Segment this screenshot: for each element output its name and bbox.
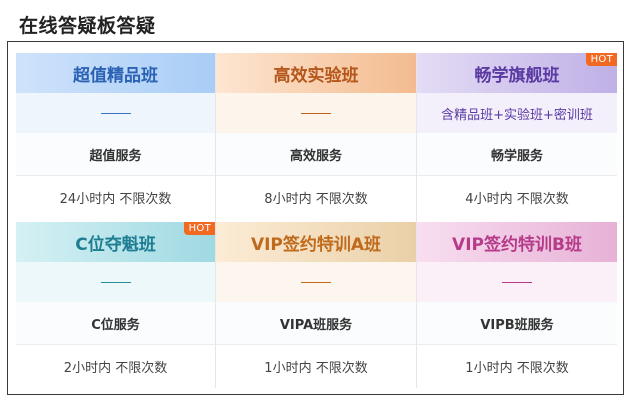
dash-placeholder — [301, 112, 331, 114]
plan-subtitle — [417, 262, 617, 302]
plan-subtitle: 含精品班+实验班+密训班 — [417, 93, 617, 133]
plan-response-time: 2小时内 不限次数 — [63, 361, 168, 376]
plan-title: VIP签约特训A班 — [216, 222, 416, 262]
dash-placeholder — [100, 281, 131, 283]
dash-placeholder — [301, 281, 331, 283]
plan-subtitle — [216, 262, 416, 302]
plan-subtitle — [16, 93, 215, 133]
dash-placeholder — [502, 281, 532, 283]
plan-title-text: 畅学旗舰班 — [474, 65, 560, 86]
plan-title: 畅学旗舰班 HOT — [417, 53, 617, 93]
plan-subtitle — [16, 262, 215, 302]
plan-service: C位服务 — [16, 302, 215, 345]
plan-card-flagship: 畅学旗舰班 HOT 含精品班+实验班+密训班 畅学服务 4小时内 不限次数 — [417, 53, 617, 219]
plan-service: 畅学服务 — [417, 133, 617, 176]
plan-card-c-position: C位夺魁班 HOT C位服务 2小时内 不限次数 — [16, 219, 216, 388]
plan-service: 高效服务 — [216, 133, 416, 176]
plan-title-text: C位夺魁班 — [75, 234, 156, 255]
dash-placeholder — [100, 112, 131, 114]
plan-service: VIPA班服务 — [216, 302, 416, 345]
plan-title: C位夺魁班 HOT — [16, 222, 215, 262]
page-title: 在线答疑板答疑 — [19, 15, 156, 37]
plan-response-time: 1小时内 不限次数 — [264, 361, 368, 376]
plan-card-value: 超值精品班 超值服务 24小时内 不限次数 — [16, 53, 216, 219]
plan-card-efficient: 高效实验班 高效服务 8小时内 不限次数 — [216, 53, 417, 219]
plan-title: 超值精品班 — [16, 53, 215, 93]
plan-title: 高效实验班 — [216, 53, 416, 93]
plan-card-vip-a: VIP签约特训A班 VIPA班服务 1小时内 不限次数 — [216, 219, 417, 388]
plan-response-time: 8小时内 不限次数 — [264, 192, 368, 207]
plan-response-time: 4小时内 不限次数 — [465, 192, 569, 207]
plans-grid: 超值精品班 超值服务 24小时内 不限次数 高效实验班 高效服务 8小时内 不限… — [16, 53, 617, 388]
answer-plans-panel: 超值精品班 超值服务 24小时内 不限次数 高效实验班 高效服务 8小时内 不限… — [7, 41, 624, 395]
plan-response-time: 1小时内 不限次数 — [465, 361, 569, 376]
plan-response-time: 24小时内 不限次数 — [59, 192, 172, 207]
plan-card-vip-b: VIP签约特训B班 VIPB班服务 1小时内 不限次数 — [417, 219, 617, 388]
plan-service: 超值服务 — [16, 133, 215, 176]
plan-subtitle — [216, 93, 416, 133]
hot-badge: HOT — [585, 53, 617, 66]
plan-title: VIP签约特训B班 — [417, 222, 617, 262]
plan-service: VIPB班服务 — [417, 302, 617, 345]
hot-badge: HOT — [183, 222, 215, 235]
